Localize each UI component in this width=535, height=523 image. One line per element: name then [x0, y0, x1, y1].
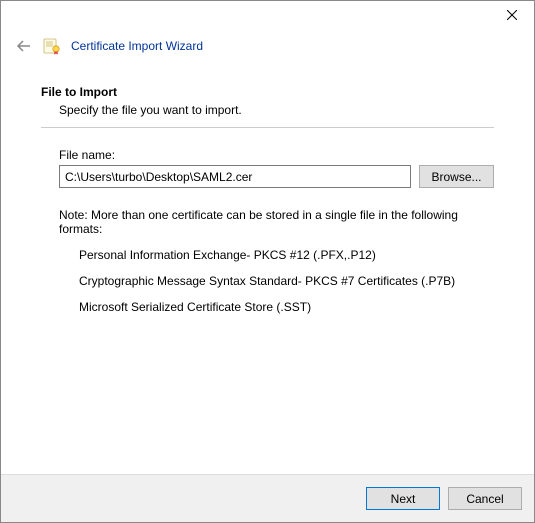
titlebar [1, 1, 534, 31]
page-description: Specify the file you want to import. [41, 103, 494, 117]
note-format-2: Cryptographic Message Syntax Standard- P… [59, 274, 494, 288]
divider [41, 127, 494, 128]
back-arrow-icon[interactable] [15, 37, 33, 55]
certificate-wizard-icon [43, 37, 61, 55]
wizard-footer: Next Cancel [1, 474, 534, 522]
page-heading: File to Import [41, 85, 494, 99]
wizard-header: Certificate Import Wizard [1, 31, 534, 55]
next-button[interactable]: Next [366, 487, 440, 510]
cancel-button[interactable]: Cancel [448, 487, 522, 510]
note-format-1: Personal Information Exchange- PKCS #12 … [59, 248, 494, 262]
file-name-input[interactable] [59, 165, 411, 188]
note-format-3: Microsoft Serialized Certificate Store (… [59, 300, 494, 314]
file-name-label: File name: [59, 148, 494, 162]
close-button[interactable] [489, 1, 534, 29]
wizard-content: File to Import Specify the file you want… [1, 55, 534, 314]
note-block: Note: More than one certificate can be s… [59, 208, 494, 314]
note-intro: Note: More than one certificate can be s… [59, 208, 494, 236]
wizard-title: Certificate Import Wizard [71, 39, 203, 53]
browse-button[interactable]: Browse... [419, 165, 494, 188]
